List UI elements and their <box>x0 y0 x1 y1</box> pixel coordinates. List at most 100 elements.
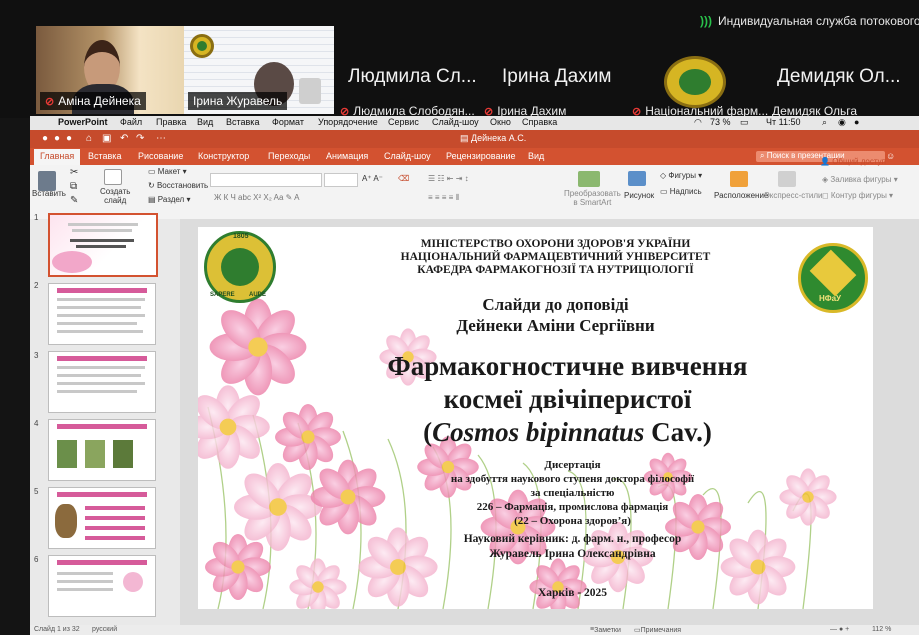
menu-format[interactable]: Формат <box>272 117 304 127</box>
shape-outline-button[interactable]: ◻ Контур фигуры ▾ <box>822 191 893 200</box>
window-title-bar: ● ● ● ⌂ ▣ ↶ ↷ ⋯ ▤ Дейнека А.С. <box>30 130 919 148</box>
tab-draw[interactable]: Рисование <box>138 151 183 161</box>
quick-styles-icon[interactable] <box>778 171 796 187</box>
language-indicator[interactable]: русский <box>92 626 117 633</box>
slide-title-line1: Фармакогностичне вивчення <box>387 351 748 381</box>
flower-center <box>390 559 406 575</box>
dissertation-label: Дисертація <box>544 459 601 471</box>
clock[interactable]: Чт 11:50 <box>766 117 800 127</box>
menu-insert[interactable]: Вставка <box>226 117 259 127</box>
thumb-number: 4 <box>34 419 39 428</box>
font-name-field[interactable] <box>210 173 322 187</box>
font-grow-icon[interactable]: A⁺ A⁻ <box>362 174 383 183</box>
arrange-icon[interactable] <box>730 171 748 187</box>
shapes-button[interactable]: ◇ Фигуры ▾ <box>660 171 702 180</box>
tab-view[interactable]: Вид <box>528 151 544 161</box>
thumb-line <box>85 506 145 510</box>
align-buttons[interactable]: ≡ ≡ ≡ ≡ ⫴ <box>428 193 459 203</box>
zoom-level[interactable]: 112 % <box>872 626 891 633</box>
notes-button[interactable]: ≡ Заметки <box>590 626 621 634</box>
section-button[interactable]: ▤ Раздел ▾ <box>148 195 190 204</box>
smiley-icon[interactable]: ☺ <box>886 151 895 161</box>
format-painter-icon[interactable]: ✎ <box>70 195 78 206</box>
reset-button[interactable]: ↻ Восстановить <box>148 181 208 190</box>
font-size-field[interactable] <box>324 173 358 187</box>
city-year: Харків - 2025 <box>537 587 608 599</box>
slide-thumbnail-2[interactable] <box>48 283 156 345</box>
clear-format-icon[interactable]: ⌫ <box>398 174 409 183</box>
quick-styles-button[interactable]: Экспресс-стили <box>764 191 823 200</box>
thumb-image <box>55 504 77 538</box>
shape-fill-button[interactable]: ◈ Заливка фигуры ▾ <box>822 175 898 184</box>
slide-thumbnail-4[interactable] <box>48 419 156 481</box>
menu-window[interactable]: Окно <box>490 117 511 127</box>
menu-view[interactable]: Вид <box>197 117 213 127</box>
menu-app[interactable]: PowerPoint <box>58 117 108 127</box>
minimize-icon[interactable]: ● <box>54 133 60 144</box>
participant-tile-2[interactable]: Ірина Журавель <box>184 26 334 114</box>
convert-smartart-button[interactable]: Преобразовать в SmartArt <box>564 189 621 207</box>
layout-button[interactable]: ▭ Макет ▾ <box>148 167 187 176</box>
university-logo-icon <box>664 56 726 108</box>
zoom-icon[interactable]: ● <box>66 133 72 144</box>
wifi-icon[interactable]: ◠ <box>694 117 702 128</box>
save-icon[interactable]: ▣ <box>102 133 111 144</box>
cast-status: ))) Индивидуальная служба потокового в <box>700 14 919 28</box>
close-icon[interactable]: ● <box>42 133 48 144</box>
home-icon[interactable]: ⌂ <box>86 133 92 144</box>
thumb-line <box>70 239 134 242</box>
menu-edit[interactable]: Правка <box>156 117 186 127</box>
main-slide[interactable]: 1805 SAPERE AUDE НФаУ МІНІСТЕРСТВО ОХОРО… <box>198 227 873 609</box>
university-logo-icon <box>190 34 214 58</box>
menu-file[interactable]: Файл <box>120 117 142 127</box>
slide-title-line2: космеї двічіперистої <box>443 384 692 414</box>
redo-icon[interactable]: ↷ <box>136 133 144 144</box>
search-icon[interactable]: ⌕ <box>822 117 827 128</box>
tab-animations[interactable]: Анимация <box>326 151 368 161</box>
siri-icon[interactable]: ● <box>854 117 859 127</box>
slide-thumbnail-1[interactable] <box>48 213 158 277</box>
menu-help[interactable]: Справка <box>522 117 557 127</box>
cut-icon[interactable]: ✂ <box>70 167 78 178</box>
tab-slideshow[interactable]: Слайд-шоу <box>384 151 431 161</box>
undo-icon[interactable]: ↶ <box>120 133 128 144</box>
arrange-button[interactable]: Расположение <box>714 191 768 200</box>
thumb-line <box>85 516 145 520</box>
slide-thumbnail-pane: 1 2 3 4 5 6 <box>30 213 180 625</box>
participant-name: Ірина Журавель <box>188 92 288 110</box>
new-slide-button[interactable]: Создать слайд <box>100 187 130 205</box>
author-name: Дейнеки Аміни Сергіївни <box>456 316 655 335</box>
tab-review[interactable]: Рецензирование <box>446 151 516 161</box>
list-buttons[interactable]: ☰ ☷ ⇤ ⇥ ↕ <box>428 174 469 183</box>
menu-arrange[interactable]: Упорядочение <box>318 117 378 127</box>
menu-tools[interactable]: Сервис <box>388 117 419 127</box>
control-center-icon[interactable]: ◉ <box>838 117 846 128</box>
share-button[interactable]: 👤 Общий доступ <box>820 157 886 166</box>
text-style-buttons[interactable]: Ж К Ч abc X² X₂ Aa ✎ A <box>214 193 299 202</box>
thumb-image <box>57 440 77 468</box>
participant-tile-1[interactable]: ⊘ Аміна Дейнека <box>36 26 184 114</box>
picture-icon[interactable] <box>628 171 646 186</box>
textbox-button[interactable]: ▭ Надпись <box>660 187 702 196</box>
copy-icon[interactable]: ⧉ <box>70 181 77 192</box>
tab-transitions[interactable]: Переходы <box>268 151 310 161</box>
thumb-line <box>57 298 145 301</box>
menu-slideshow[interactable]: Слайд-шоу <box>432 117 479 127</box>
battery-indicator[interactable]: 73 % <box>710 117 731 127</box>
clipboard-icon[interactable] <box>38 171 56 191</box>
tab-design[interactable]: Конструктор <box>198 151 249 161</box>
tab-insert[interactable]: Вставка <box>88 151 121 161</box>
slide-thumbnail-5[interactable] <box>48 487 156 549</box>
picture-button[interactable]: Рисунок <box>624 191 654 200</box>
smartart-icon[interactable] <box>578 171 600 187</box>
comments-button[interactable]: ▭ Примечания <box>634 626 681 634</box>
thumb-image <box>113 440 133 468</box>
slide-thumbnail-6[interactable] <box>48 555 156 617</box>
tab-home[interactable]: Главная <box>34 149 81 165</box>
paste-button[interactable]: Вставить <box>32 189 66 198</box>
new-slide-icon[interactable] <box>104 169 122 185</box>
zoom-slider[interactable]: — ● + <box>830 626 849 633</box>
more-icon[interactable]: ⋯ <box>156 133 166 144</box>
thumb-flower <box>52 251 92 273</box>
slide-thumbnail-3[interactable] <box>48 351 156 413</box>
